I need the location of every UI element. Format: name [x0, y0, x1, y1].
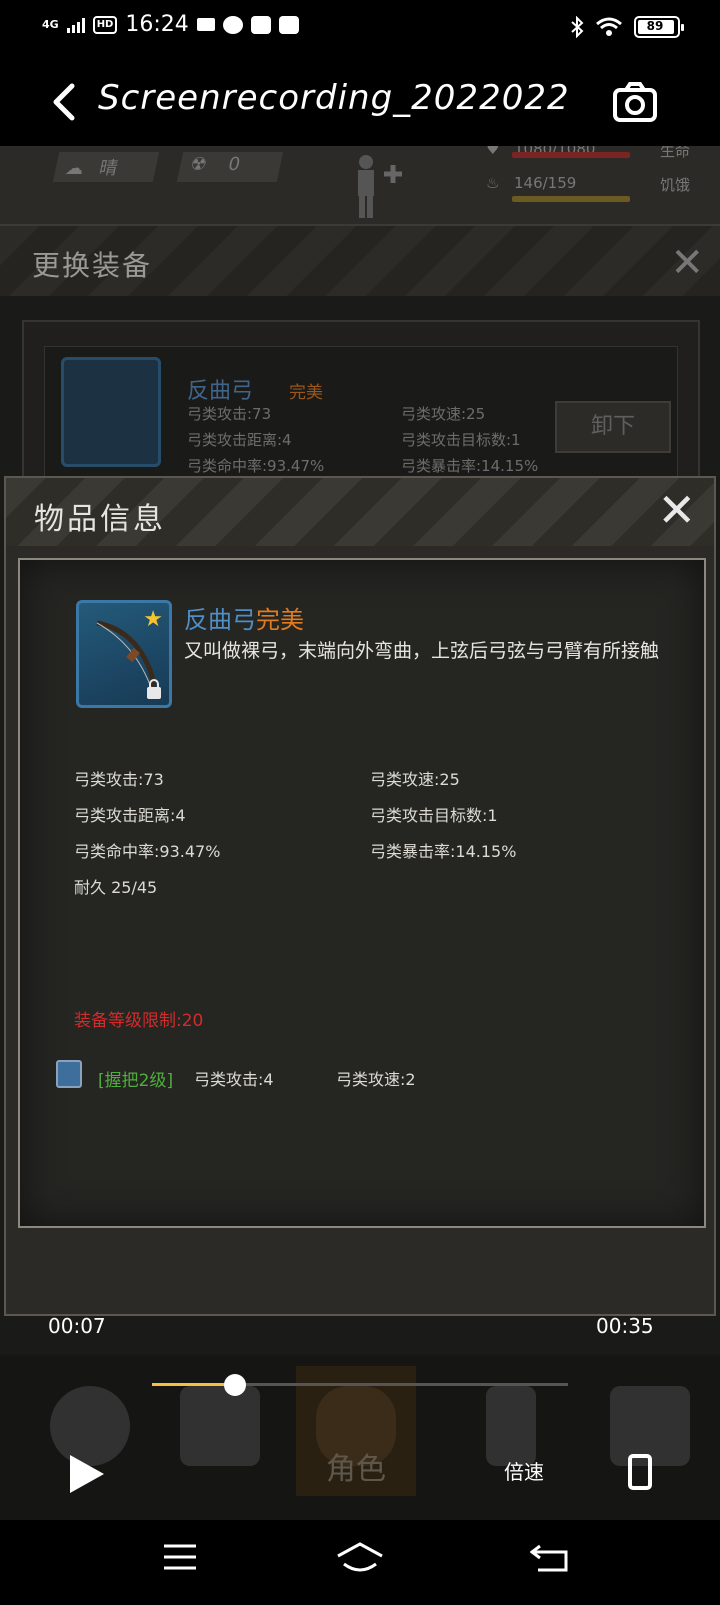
radiation-text: 0: [226, 154, 243, 175]
video-title: Screenrecording_2022022…: [98, 78, 568, 118]
home-icon[interactable]: [336, 1542, 384, 1576]
playback-speed-button[interactable]: 倍速: [504, 1456, 544, 1485]
status-bar: 4G HD 16:24 89: [0, 0, 720, 56]
hunger-bar: [512, 196, 630, 202]
item-info-title: 物品信息: [34, 502, 166, 537]
radiation-chip: ☢ 0: [176, 152, 284, 182]
character-body-icon[interactable]: [346, 152, 406, 218]
battery-icon: 89: [634, 16, 684, 38]
item-stat: 弓类攻击:73: [74, 770, 164, 789]
level-requirement: 装备等级限制:20: [74, 1011, 204, 1031]
current-time: 00:07: [48, 1314, 106, 1338]
equipped-item-name: 反曲弓: [187, 379, 254, 404]
game-hud: ☁ 晴 ☢ 0 ♥ 1080/1080 生命 ♨ 146/159 饥饿: [0, 146, 720, 226]
seek-bar[interactable]: [152, 1374, 568, 1396]
gem-stat: 弓类攻速:2: [336, 1070, 416, 1089]
backpack-icon: [180, 1386, 260, 1466]
network-type: 4G: [42, 18, 59, 31]
item-icon: ★: [76, 600, 172, 708]
equipped-stat: 弓类攻速:25: [401, 405, 486, 423]
weather-chip: ☁ 晴: [52, 152, 160, 182]
screenshot-camera-icon[interactable]: [612, 80, 658, 124]
cloud-icon: ☁: [63, 158, 86, 179]
title-bar: Screenrecording_2022022…: [0, 56, 720, 146]
weather-text: 晴: [97, 158, 120, 179]
back-arrow-icon[interactable]: [46, 82, 82, 122]
radio-icon: [486, 1386, 536, 1466]
bow-icon: [61, 357, 161, 467]
menu-icon[interactable]: [162, 1542, 198, 1572]
gem-icon: [56, 1060, 82, 1088]
hunger-label: 饥饿: [660, 176, 691, 194]
item-info-body: ★ 反曲弓 完美 又叫做裸弓，末端向外弯曲，上弦后弓弦与弓臂有所接触 弓类攻击:…: [18, 558, 706, 1228]
equipped-item-card: 反曲弓 完美 弓类攻击:73 弓类攻速:25 弓类攻击距离:4 弓类攻击目标数:…: [22, 320, 700, 506]
equipped-stat: 弓类暴击率:14.15%: [401, 457, 539, 475]
item-stat: 弓类暴击率:14.15%: [370, 842, 517, 861]
game-bottom-nav: 角色: [0, 1356, 720, 1520]
equip-panel-title: 更换装备: [32, 249, 153, 282]
rotate-screen-icon[interactable]: [628, 1454, 652, 1490]
play-icon[interactable]: [70, 1455, 104, 1493]
lock-icon: [147, 679, 161, 699]
stomach-icon: ♨: [486, 174, 500, 192]
back-icon[interactable]: [530, 1542, 570, 1574]
item-info-panel: 物品信息 ✕ ★ 反曲弓 完美 又叫做裸弓，末端向外弯曲，上弦后弓弦与弓臂有所接…: [4, 476, 716, 1316]
item-quality: 完美: [256, 606, 304, 634]
equip-close-icon[interactable]: ✕: [670, 240, 704, 286]
clock: 16:24: [125, 12, 189, 37]
favorite-star-icon: ★: [143, 607, 163, 632]
item-name: 反曲弓: [184, 606, 256, 634]
unequip-button[interactable]: 卸下: [555, 401, 671, 453]
video-icon: [196, 18, 215, 31]
item-stat: 弓类攻速:25: [370, 770, 460, 789]
battery-level: 89: [646, 19, 664, 33]
speed-icon: [222, 15, 243, 34]
wifi-icon: [596, 17, 622, 36]
seek-bar-progress: [152, 1383, 236, 1386]
hp-label: 生命: [660, 146, 691, 160]
signal-icon: [66, 17, 85, 33]
item-description: 又叫做裸弓，末端向外弯曲，上弦后弓弦与弓臂有所接触: [184, 640, 660, 662]
mail-icon: [250, 15, 271, 34]
equipped-item-quality: 完美: [289, 383, 323, 403]
heart-icon: ♥: [486, 146, 500, 158]
close-icon[interactable]: ✕: [657, 484, 696, 536]
item-stat: 弓类攻击距离:4: [74, 806, 186, 825]
system-nav-bar: [0, 1520, 720, 1605]
total-time: 00:35: [596, 1314, 654, 1338]
gem-stat: 弓类攻击:4: [194, 1070, 274, 1089]
hd-icon: HD: [92, 15, 118, 34]
equipped-stat: 弓类攻击距离:4: [187, 431, 292, 449]
radiation-icon: ☢: [188, 154, 209, 175]
item-stat: 弓类命中率:93.47%: [74, 842, 221, 861]
equipped-stat: 弓类攻击目标数:1: [401, 431, 521, 449]
durability: 耐久 25/45: [74, 878, 158, 897]
bluetooth-icon: [571, 16, 584, 38]
equipped-stat: 弓类命中率:93.47%: [187, 457, 325, 475]
nav-tab-label: 角色: [326, 1452, 386, 1487]
hp-bar: [512, 152, 630, 158]
globe-icon: [50, 1386, 130, 1466]
hunger-value: 146/159: [514, 174, 577, 192]
item-stat: 弓类攻击目标数:1: [370, 806, 498, 825]
mail-icon: [278, 15, 299, 34]
equipped-stat: 弓类攻击:73: [187, 405, 272, 423]
gem-label: [握把2级]: [98, 1071, 174, 1091]
